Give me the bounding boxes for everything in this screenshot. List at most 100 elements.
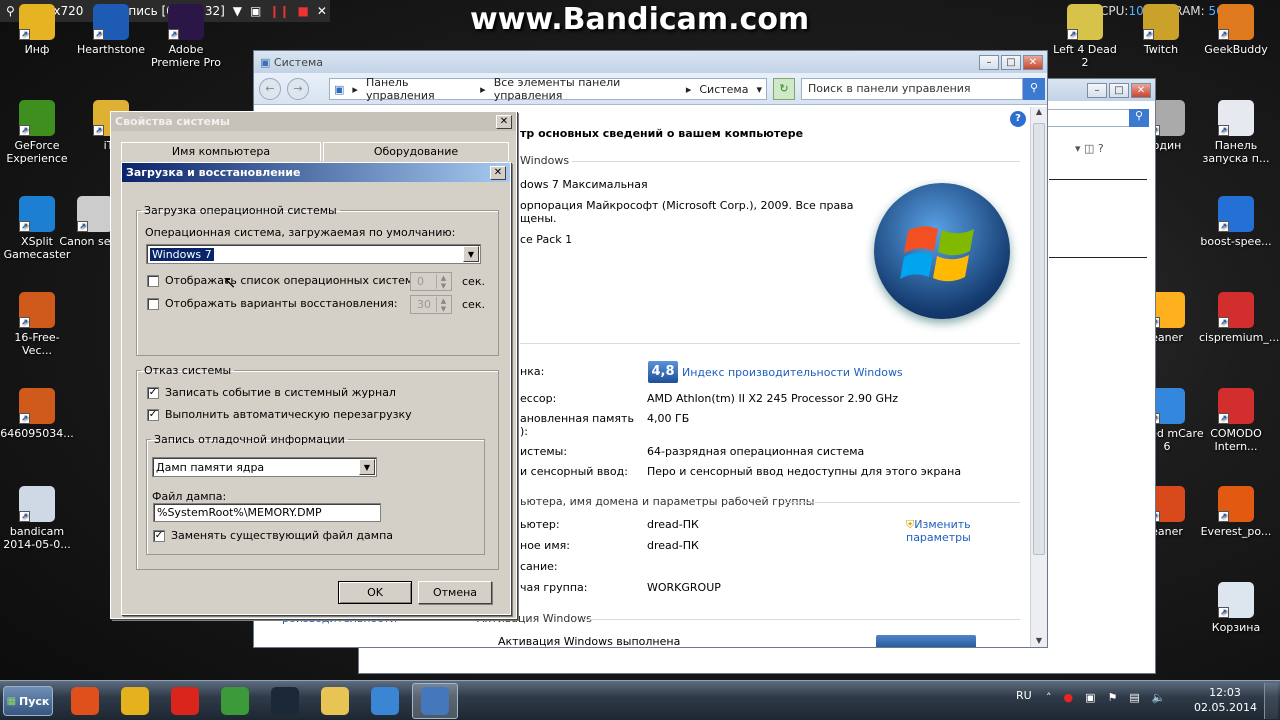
auto-restart-checkbox[interactable]: ✓ xyxy=(147,408,159,421)
dump-file-input[interactable]: %SystemRoot%\MEMORY.DMP xyxy=(153,503,381,522)
search-input[interactable]: Поиск в панели управления xyxy=(801,78,1023,100)
close-button[interactable]: ✕ xyxy=(1131,82,1151,98)
desktop-icon[interactable]: ↗ Left 4 Dead 2 xyxy=(1048,4,1122,69)
scrollbar[interactable]: ▲ ▼ xyxy=(1030,107,1047,647)
help-icon[interactable]: ? xyxy=(1010,111,1026,127)
view-options-icon[interactable]: ▾ ◫ ? xyxy=(1075,142,1104,155)
shortcut-arrow-icon: ↗ xyxy=(19,125,30,136)
app-icon: ↗ xyxy=(1218,100,1254,136)
cancel-button[interactable]: Отмена xyxy=(418,581,492,604)
desktop-icon[interactable]: ↗ Twitch xyxy=(1124,4,1198,56)
desktop-icon-label: Корзина xyxy=(1211,621,1261,634)
show-desktop-button[interactable] xyxy=(1264,683,1278,719)
desktop-icon[interactable]: ↗ GeForce Experience xyxy=(0,100,74,165)
minimize-button[interactable]: – xyxy=(979,54,999,70)
start-button[interactable]: ▦ Пуск xyxy=(3,686,53,716)
camera-icon[interactable]: ▣ xyxy=(250,4,261,18)
app-icon: ↗ xyxy=(19,388,55,424)
app-icon: ↗ xyxy=(19,100,55,136)
show-hidden-icons[interactable]: ˄ xyxy=(1046,691,1052,704)
shortcut-arrow-icon: ↗ xyxy=(1218,413,1229,424)
desktop-icon[interactable]: ↗ Панель запуска п... xyxy=(1199,100,1273,165)
search-icon[interactable]: ⚲ xyxy=(1129,109,1149,127)
tab-computer-name[interactable]: Имя компьютера xyxy=(121,142,321,161)
os-list-timeout: 0 ▲ ▼ xyxy=(410,272,452,291)
control-panel-icon xyxy=(371,687,399,715)
maximize-button[interactable]: □ xyxy=(1001,54,1021,70)
flag-icon[interactable]: ⚑ xyxy=(1108,691,1118,704)
desktop-icon[interactable]: ↗ COMODO Intern... xyxy=(1199,388,1273,453)
desktop-icon[interactable]: ↗ cispremium_... xyxy=(1199,292,1279,344)
scrollbar-thumb[interactable] xyxy=(1033,123,1045,555)
language-indicator[interactable]: RU xyxy=(1016,689,1032,702)
chevron-down-icon[interactable]: ▾ xyxy=(756,83,766,96)
desktop-icon[interactable]: ↗ Adobe Premiere Pro xyxy=(149,4,223,69)
dump-type-select[interactable]: Дамп памяти ядра ▼ xyxy=(152,457,377,477)
yandex-icon xyxy=(171,687,199,715)
taskbar-app-explorer[interactable] xyxy=(312,683,358,719)
show-os-list-checkbox[interactable] xyxy=(147,274,159,287)
taskbar-app-metro[interactable] xyxy=(62,683,108,719)
boot-recovery-dialog[interactable]: Загрузка и восстановление ✕ Загрузка опе… xyxy=(121,162,511,615)
taskbar-app-monitor[interactable] xyxy=(212,683,258,719)
desktop-icon[interactable]: ↗ Hearthstone xyxy=(74,4,148,56)
dump-file-label: Файл дампа: xyxy=(152,490,227,503)
desktop-icon[interactable]: ↗ boost-spee... xyxy=(1199,196,1273,248)
breadcrumb-item[interactable]: Все элементы панели управления xyxy=(494,76,678,102)
chevron-down-icon[interactable]: ▼ xyxy=(359,459,375,475)
ok-button[interactable]: OK xyxy=(338,581,412,604)
shortcut-arrow-icon: ↗ xyxy=(168,29,179,40)
desktop-icon[interactable]: ↗ bandicam 2014-05-0... xyxy=(0,486,74,551)
minimize-button[interactable]: – xyxy=(1087,82,1107,98)
close-button[interactable]: ✕ xyxy=(496,114,512,129)
performance-index-link[interactable]: Индекс производительности Windows xyxy=(682,366,903,379)
taskbar-app-chrome[interactable] xyxy=(112,683,158,719)
chevron-down-icon[interactable]: ▼ xyxy=(463,246,479,262)
change-settings-link[interactable]: ⛨Изменить параметры xyxy=(906,518,986,544)
record-icon[interactable]: ● xyxy=(1064,691,1074,704)
desktop-icon[interactable]: ↗ GeekBuddy xyxy=(1199,4,1273,56)
desktop-icon[interactable]: ↗ Everest_po... xyxy=(1199,486,1273,538)
search-icon[interactable]: ⚲ xyxy=(1023,78,1045,100)
stop-icon[interactable]: ■ xyxy=(297,4,308,18)
refresh-button[interactable]: ↻ xyxy=(773,78,795,100)
close-icon[interactable]: ✕ xyxy=(317,4,327,18)
computer-value: dread-ПК xyxy=(647,518,699,531)
app-icon: ↗ xyxy=(1143,4,1179,40)
chrome-icon xyxy=(121,687,149,715)
close-button[interactable]: ✕ xyxy=(1023,54,1043,70)
default-os-select[interactable]: Windows 7 ▼ xyxy=(146,244,481,264)
edition-value: dows 7 Максимальная xyxy=(520,178,648,191)
desktop-icon[interactable]: ↗ Инф xyxy=(0,4,74,56)
taskbar-app-yandex[interactable] xyxy=(162,683,208,719)
close-button[interactable]: ✕ xyxy=(490,165,506,180)
shortcut-arrow-icon: ↗ xyxy=(1218,125,1229,136)
write-event-checkbox[interactable]: ✓ xyxy=(147,386,159,399)
network-icon[interactable]: ▤ xyxy=(1129,691,1139,704)
forward-button[interactable]: → xyxy=(287,78,309,100)
taskbar-app-control-panel[interactable] xyxy=(362,683,408,719)
desktop-icon[interactable]: ↗ 646095034... xyxy=(0,388,74,440)
overwrite-checkbox[interactable]: ✓ xyxy=(153,529,165,542)
taskbar-app-system[interactable] xyxy=(412,683,458,719)
chevron-down-icon[interactable]: ▼ xyxy=(233,4,242,18)
app-icon: ↗ xyxy=(1067,4,1103,40)
breadcrumb-item[interactable]: Система xyxy=(699,83,748,96)
maximize-button[interactable]: □ xyxy=(1109,82,1129,98)
recovery-timeout: 30 ▲ ▼ xyxy=(410,295,452,314)
taskbar-app-steam[interactable] xyxy=(262,683,308,719)
app-icon: ↗ xyxy=(93,4,129,40)
desktop-icon[interactable]: ↗ Корзина xyxy=(1199,582,1273,634)
tab-hardware[interactable]: Оборудование xyxy=(323,142,509,161)
breadcrumb-item[interactable]: Панель управления xyxy=(366,76,472,102)
rating-badge[interactable]: 4,8 xyxy=(648,361,678,383)
back-button[interactable]: ← xyxy=(259,78,281,100)
pause-icon[interactable]: ❙❙ xyxy=(269,4,289,18)
volume-icon[interactable]: 🔈 xyxy=(1152,691,1166,704)
clock[interactable]: 12:03 02.05.2014 xyxy=(1194,685,1257,715)
desktop-icon[interactable]: ↗ 16-Free-Vec... xyxy=(0,292,74,357)
breadcrumb[interactable]: ▣ ▸ Панель управления ▸ Все элементы пан… xyxy=(329,76,767,102)
show-recovery-checkbox[interactable] xyxy=(147,297,159,310)
shortcut-arrow-icon: ↗ xyxy=(77,221,88,232)
gamepad-icon[interactable]: ▣ xyxy=(1085,691,1095,704)
